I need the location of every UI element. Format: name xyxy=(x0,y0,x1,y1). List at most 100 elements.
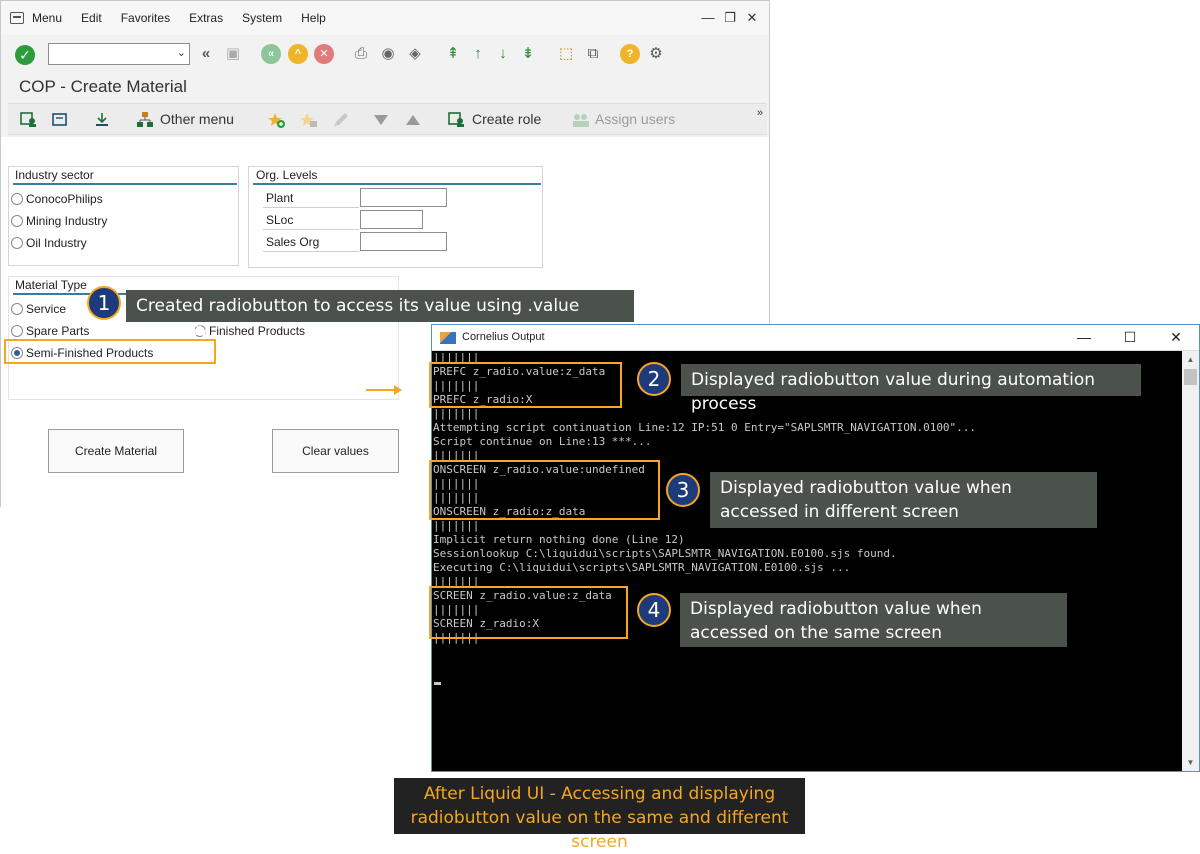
system-menu-icon[interactable] xyxy=(10,12,24,24)
download-icon[interactable] xyxy=(94,112,112,128)
annotation-2-text: Displayed radiobutton value during autom… xyxy=(681,364,1141,414)
edit-icon[interactable] xyxy=(332,112,350,128)
radio-oil-industry[interactable]: Oil Industry xyxy=(11,236,87,250)
console-scrollbar[interactable]: ▲ ▼ xyxy=(1182,351,1199,771)
org-levels-group: Org. Levels Plant SLoc Sales Org xyxy=(248,166,543,268)
screen-output-highlight xyxy=(429,586,628,639)
radio-spare-parts[interactable]: Spare Parts xyxy=(11,324,89,338)
delete-favorite-icon[interactable] xyxy=(300,112,318,128)
last-page-icon[interactable]: ⇟ xyxy=(518,44,538,64)
window-controls: — ❐ ✕ xyxy=(701,10,759,26)
user-menu-icon[interactable] xyxy=(20,112,38,128)
find-icon[interactable]: ◉ xyxy=(378,44,398,64)
command-field[interactable]: ⌄ xyxy=(48,43,190,65)
create-role-icon[interactable] xyxy=(448,112,466,128)
prefc-output-highlight xyxy=(429,362,622,408)
first-page-icon[interactable]: ⇞ xyxy=(443,44,463,64)
other-menu-button[interactable]: Other menu xyxy=(160,111,234,127)
previous-page-icon[interactable]: ↑ xyxy=(468,44,488,64)
sap-menu-icon[interactable] xyxy=(52,112,70,128)
menu-item-menu[interactable]: Menu xyxy=(32,11,62,25)
industry-sector-group: Industry sector ConocoPhilips Mining Ind… xyxy=(8,166,239,266)
plant-field[interactable] xyxy=(360,188,447,207)
console-output: ||||||| PREFC z_radio.value:z_data |||||… xyxy=(433,351,1181,771)
radio-label: Spare Parts xyxy=(26,324,90,338)
figure-caption: After Liquid UI - Accessing and displayi… xyxy=(394,778,805,852)
maximize-icon[interactable]: ❐ xyxy=(723,10,737,26)
move-up-icon[interactable] xyxy=(405,112,423,128)
group-divider xyxy=(253,183,541,185)
add-favorite-icon[interactable] xyxy=(268,112,286,128)
assign-users-icon[interactable] xyxy=(572,112,590,128)
menu-item-system[interactable]: System xyxy=(242,11,282,25)
move-down-icon[interactable] xyxy=(373,112,391,128)
more-icon[interactable]: » xyxy=(757,107,763,119)
radio-conocophilips[interactable]: ConocoPhilips xyxy=(11,192,103,206)
console-cursor xyxy=(434,682,441,685)
cancel-icon[interactable]: ✕ xyxy=(314,44,334,64)
radio-mining-industry[interactable]: Mining Industry xyxy=(11,214,107,228)
application-toolbar: Other menu Create role Assign users » xyxy=(8,103,767,135)
sales-org-field[interactable] xyxy=(360,232,447,251)
menu-bar: Menu Edit Favorites Extras System Help —… xyxy=(1,1,769,35)
shortcut-icon[interactable]: ⧉ xyxy=(583,44,603,64)
exit-icon[interactable]: ^ xyxy=(288,44,308,64)
help-icon[interactable]: ? xyxy=(620,44,640,64)
create-material-button[interactable]: Create Material xyxy=(48,429,184,473)
console-line: Attempting script continuation Line:12 I… xyxy=(433,421,977,434)
group-title: Industry sector xyxy=(15,168,94,182)
onscreen-output-highlight xyxy=(429,460,660,520)
radio-label: Finished Products xyxy=(209,324,306,338)
console-line: Executing C:\liquidui\scripts\SAPLSMTR_N… xyxy=(433,561,851,574)
console-line: Script continue on Line:13 ***... xyxy=(433,435,652,448)
annotation-4-text: Displayed radiobutton value when accesse… xyxy=(680,593,1067,647)
group-title: Org. Levels xyxy=(256,168,318,182)
radio-service[interactable]: Service xyxy=(11,302,66,316)
settings-icon[interactable]: ⚙ xyxy=(646,44,666,64)
scroll-down-icon[interactable]: ▼ xyxy=(1182,754,1199,771)
sloc-label: SLoc xyxy=(263,211,359,230)
radio-label: Oil Industry xyxy=(26,236,87,250)
scroll-thumb[interactable] xyxy=(1184,369,1197,385)
annotation-3-text: Displayed radiobutton value when accesse… xyxy=(710,472,1097,528)
annotation-2-badge: 2 xyxy=(637,362,671,396)
arrow-right-icon xyxy=(366,385,402,395)
sales-org-label: Sales Org xyxy=(263,233,359,252)
enter-icon[interactable]: ✓ xyxy=(15,45,35,65)
close-icon[interactable]: ✕ xyxy=(1153,325,1199,351)
print-icon[interactable]: ⎙ xyxy=(351,44,371,64)
save-icon[interactable]: ▣ xyxy=(223,44,243,64)
next-page-icon[interactable]: ↓ xyxy=(493,44,513,64)
back-icon[interactable]: « xyxy=(261,44,281,64)
back-double-icon[interactable]: « xyxy=(196,44,216,64)
minimize-icon[interactable]: — xyxy=(1061,325,1107,351)
menu-item-help[interactable]: Help xyxy=(301,11,326,25)
console-line: ||||||| xyxy=(433,407,480,420)
other-menu-icon[interactable] xyxy=(136,112,154,128)
group-divider xyxy=(13,183,237,185)
sloc-field[interactable] xyxy=(360,210,423,229)
assign-users-button[interactable]: Assign users xyxy=(595,111,675,127)
clear-values-button[interactable]: Clear values xyxy=(272,429,399,473)
console-line: Sessionlookup C:\liquidui\scripts\SAPLSM… xyxy=(433,547,897,560)
minimize-icon[interactable]: — xyxy=(701,10,715,26)
group-title: Material Type xyxy=(15,278,87,292)
plant-label: Plant xyxy=(263,189,359,208)
console-window-controls: — ☐ ✕ xyxy=(1061,325,1199,351)
menu-item-edit[interactable]: Edit xyxy=(81,11,102,25)
maximize-icon[interactable]: ☐ xyxy=(1107,325,1153,351)
chevron-down-icon[interactable]: ⌄ xyxy=(177,46,186,59)
page-title: COP - Create Material xyxy=(19,77,187,96)
console-line: Implicit return nothing done (Line 12) xyxy=(433,533,685,546)
radio-finished-products[interactable]: Finished Products xyxy=(194,324,305,338)
semi-finished-highlight xyxy=(4,339,216,364)
annotation-1-text: Created radiobutton to access its value … xyxy=(126,290,634,340)
scroll-up-icon[interactable]: ▲ xyxy=(1182,351,1199,368)
menu-item-extras[interactable]: Extras xyxy=(189,11,223,25)
console-app-icon xyxy=(440,332,456,344)
create-role-button[interactable]: Create role xyxy=(472,111,541,127)
close-icon[interactable]: ✕ xyxy=(745,10,759,26)
new-session-icon[interactable]: ⬚ xyxy=(556,44,576,64)
menu-item-favorites[interactable]: Favorites xyxy=(121,11,170,25)
find-next-icon[interactable]: ◈ xyxy=(405,44,425,64)
